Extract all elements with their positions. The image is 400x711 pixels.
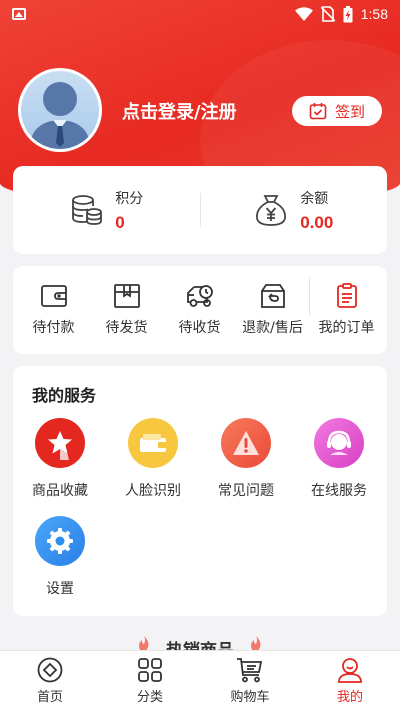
order-refund-aftersale[interactable]: 退款/售后: [236, 283, 309, 337]
service-online-support[interactable]: 在线服务: [299, 418, 379, 500]
tab-category[interactable]: 分类: [100, 651, 200, 711]
service-settings[interactable]: 设置: [20, 516, 100, 598]
services-card: 我的服务 商品收藏 人脸识别 常见问题 在线服务 设置: [13, 366, 387, 616]
tab-home[interactable]: 首页: [0, 651, 100, 711]
orders-card: 待付款 待发货 待收货 退款/售后 我的订单: [13, 266, 387, 354]
gallery-icon: [12, 8, 26, 20]
coins-icon: [72, 195, 103, 225]
login-register-link[interactable]: 点击登录/注册: [122, 98, 237, 124]
my-orders[interactable]: 我的订单: [310, 283, 383, 337]
home-diamond-icon: [37, 657, 63, 683]
order-label: 待收货: [178, 320, 221, 336]
service-label: 人脸识别: [125, 483, 181, 499]
gear-icon: [35, 516, 85, 566]
order-label: 待付款: [32, 320, 75, 336]
money-bag-icon: [256, 195, 287, 226]
wallet-card-icon: [128, 418, 178, 468]
order-label: 我的订单: [318, 320, 375, 336]
tab-label: 我的: [336, 690, 363, 705]
service-faq[interactable]: 常见问题: [206, 418, 286, 500]
user-icon: [338, 658, 362, 683]
service-label: 常见问题: [218, 483, 274, 499]
balance-value: 0.00: [300, 212, 334, 232]
bottom-tab-bar: 首页 分类 购物车 我的: [0, 650, 400, 711]
tab-label: 首页: [36, 690, 63, 705]
calendar-check-icon: [309, 103, 327, 120]
refund-icon: [260, 284, 285, 308]
headset-icon: [314, 418, 364, 468]
tab-mine[interactable]: 我的: [300, 651, 400, 711]
cart-icon: [237, 658, 263, 683]
order-pending-shipment[interactable]: 待发货: [90, 283, 163, 337]
points-label: 积分: [115, 190, 144, 207]
battery-charging-icon: [343, 5, 353, 22]
status-time: 1:58: [360, 6, 388, 22]
service-favorites[interactable]: 商品收藏: [20, 418, 100, 500]
tab-cart[interactable]: 购物车: [200, 651, 300, 711]
order-label: 退款/售后: [242, 320, 303, 336]
order-pending-payment[interactable]: 待付款: [17, 283, 90, 337]
no-sim-icon: [320, 6, 335, 22]
balance-label: 余额: [300, 190, 329, 207]
stats-card: 积分 0 余额 0.00: [13, 166, 387, 254]
order-pending-receipt[interactable]: 待收货: [163, 283, 236, 337]
order-label: 待发货: [105, 320, 148, 336]
truck-icon: [186, 285, 213, 307]
service-label: 在线服务: [311, 483, 367, 499]
tab-label: 购物车: [230, 690, 270, 705]
service-face-recognition[interactable]: 人脸识别: [113, 418, 193, 500]
service-label: 设置: [46, 581, 74, 597]
alert-icon: [221, 418, 271, 468]
box-icon: [113, 284, 140, 308]
wifi-icon: [294, 7, 313, 21]
avatar[interactable]: [18, 68, 102, 152]
default-avatar-icon: [29, 82, 91, 149]
wallet-icon: [40, 285, 67, 307]
tab-label: 分类: [136, 690, 163, 705]
service-label: 商品收藏: [32, 483, 88, 499]
balance-item[interactable]: 余额 0.00: [201, 188, 388, 233]
order-list-icon: [336, 283, 357, 308]
status-bar: 1:58: [0, 0, 400, 28]
grid-icon: [138, 658, 162, 682]
star-icon: [35, 418, 85, 468]
services-title: 我的服务: [32, 386, 97, 405]
points-item[interactable]: 积分 0: [13, 188, 200, 233]
signin-button[interactable]: 签到: [292, 96, 382, 126]
signin-label: 签到: [334, 102, 365, 121]
points-value: 0: [115, 212, 125, 232]
